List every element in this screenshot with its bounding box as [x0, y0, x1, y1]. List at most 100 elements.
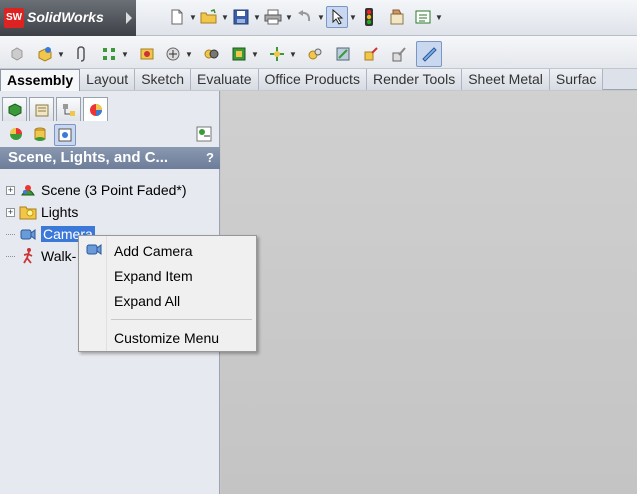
lights-folder-icon	[19, 203, 37, 221]
smart-fasteners-button[interactable]	[136, 43, 158, 65]
rebuild-button[interactable]	[358, 6, 380, 28]
filter-button[interactable]	[196, 126, 212, 145]
expand-icon[interactable]: +	[6, 185, 15, 195]
scene-icon	[19, 181, 37, 199]
tab-configuration-manager[interactable]	[56, 97, 81, 121]
insert-components-button[interactable]	[34, 43, 56, 65]
panel-title: Scene, Lights, and C...	[8, 149, 169, 166]
options-button[interactable]	[412, 6, 434, 28]
print-dropdown-icon[interactable]: ▼	[284, 13, 294, 22]
tab-assembly[interactable]: Assembly	[0, 69, 81, 91]
scene-lights-cameras-button[interactable]	[54, 124, 76, 146]
new-dropdown-icon[interactable]: ▼	[188, 13, 198, 22]
move-dropdown-icon[interactable]: ▼	[184, 50, 194, 59]
tab-office-products[interactable]: Office Products	[258, 69, 367, 90]
reference-geometry-button[interactable]	[266, 43, 288, 65]
tab-feature-manager[interactable]	[2, 97, 27, 121]
save-icon	[233, 9, 249, 25]
file-properties-icon	[390, 9, 404, 25]
menu-item-expand-item[interactable]: Expand Item	[114, 265, 193, 287]
interference-detection-icon	[392, 47, 406, 62]
bill-of-materials-button[interactable]	[304, 43, 326, 65]
tree-item-label: Walk-	[41, 248, 77, 264]
move-component-button[interactable]	[162, 43, 184, 65]
tree-connector	[6, 233, 15, 235]
tab-surfaces[interactable]: Surfac	[549, 69, 604, 90]
add-camera-icon	[85, 241, 103, 259]
expand-icon[interactable]: +	[6, 207, 15, 217]
tree-item-label: Scene (3 Point Faded*)	[41, 182, 187, 198]
explode-line-sketch-button[interactable]	[360, 43, 382, 65]
tab-sketch[interactable]: Sketch	[135, 69, 192, 90]
pattern-dropdown-icon[interactable]: ▼	[120, 50, 130, 59]
features-dropdown-icon[interactable]: ▼	[250, 50, 260, 59]
tab-layout[interactable]: Layout	[80, 69, 136, 90]
graphics-area[interactable]	[221, 91, 637, 494]
show-hidden-button[interactable]	[200, 43, 222, 65]
new-document-icon	[171, 9, 183, 25]
save-button[interactable]	[230, 6, 252, 28]
tree-item-lights[interactable]: + Lights	[0, 201, 220, 223]
undo-dropdown-icon[interactable]: ▼	[316, 13, 326, 22]
undo-icon	[298, 10, 311, 22]
appearances-button[interactable]	[6, 124, 26, 144]
instant3d-button[interactable]	[416, 41, 442, 67]
linear-pattern-icon	[103, 48, 115, 60]
decals-button[interactable]	[30, 124, 50, 144]
menu-separator	[111, 319, 252, 320]
top-menu-bar: SW SolidWorks ▼ ▼ ▼ ▼ ▼ ▼ ▼	[0, 0, 637, 36]
display-manager-toolbar	[0, 121, 220, 147]
filter-icon	[196, 126, 212, 142]
exploded-view-icon	[336, 47, 350, 61]
options-dropdown-icon[interactable]: ▼	[434, 13, 444, 22]
tree-connector	[6, 255, 15, 257]
reference-geometry-icon	[270, 47, 284, 61]
gears-icon	[308, 48, 322, 60]
traffic-light-icon	[365, 8, 373, 26]
exploded-view-button[interactable]	[332, 43, 354, 65]
print-button[interactable]	[262, 6, 284, 28]
select-dropdown-icon[interactable]: ▼	[348, 13, 358, 22]
assembly-features-icon	[232, 47, 246, 61]
new-document-button[interactable]	[166, 6, 188, 28]
move-component-icon	[166, 47, 180, 61]
menu-item-expand-all[interactable]: Expand All	[114, 290, 180, 312]
property-manager-icon	[35, 104, 48, 116]
show-hidden-components-icon	[204, 49, 219, 59]
tree-item-label: Lights	[41, 204, 79, 220]
linear-pattern-button[interactable]	[98, 43, 120, 65]
menu-item-add-camera[interactable]: Add Camera	[114, 240, 193, 262]
edit-component-button[interactable]	[6, 43, 28, 65]
interference-button[interactable]	[388, 43, 410, 65]
walkthrough-icon	[19, 247, 37, 265]
tab-evaluate[interactable]: Evaluate	[191, 69, 259, 90]
solidworks-menu[interactable]: SW SolidWorks	[0, 0, 136, 36]
tab-display-manager[interactable]	[83, 97, 108, 121]
menu-expand-arrow-icon[interactable]	[126, 12, 132, 24]
reference-dropdown-icon[interactable]: ▼	[288, 50, 298, 59]
assembly-features-button[interactable]	[228, 43, 250, 65]
print-icon	[264, 9, 282, 25]
tab-property-manager[interactable]	[29, 97, 54, 121]
tree-item-scene[interactable]: + Scene (3 Point Faded*)	[0, 179, 220, 201]
command-manager-tabs: Assembly Layout Sketch Evaluate Office P…	[0, 69, 637, 91]
undo-button[interactable]	[294, 6, 316, 28]
standard-toolbar: ▼ ▼ ▼ ▼ ▼ ▼ ▼	[166, 6, 444, 28]
select-button[interactable]	[326, 6, 348, 28]
menu-item-customize-menu[interactable]: Customize Menu	[114, 327, 219, 349]
feature-tree-icon	[8, 102, 21, 117]
display-manager-icon	[89, 103, 102, 116]
tab-sheet-metal[interactable]: Sheet Metal	[462, 69, 550, 90]
tab-render-tools[interactable]: Render Tools	[366, 69, 463, 90]
panel-tabs	[0, 91, 220, 121]
configuration-manager-icon	[62, 103, 75, 116]
assembly-toolbar: ▼ ▼ ▼ ▼ ▼	[0, 36, 637, 69]
save-dropdown-icon[interactable]: ▼	[252, 13, 262, 22]
help-button[interactable]: ?	[206, 147, 214, 169]
open-dropdown-icon[interactable]: ▼	[220, 13, 230, 22]
open-button[interactable]	[198, 6, 220, 28]
appearances-icon	[10, 128, 22, 140]
file-properties-button[interactable]	[386, 6, 408, 28]
insert-dropdown-icon[interactable]: ▼	[56, 50, 66, 59]
mate-button[interactable]	[70, 43, 92, 65]
